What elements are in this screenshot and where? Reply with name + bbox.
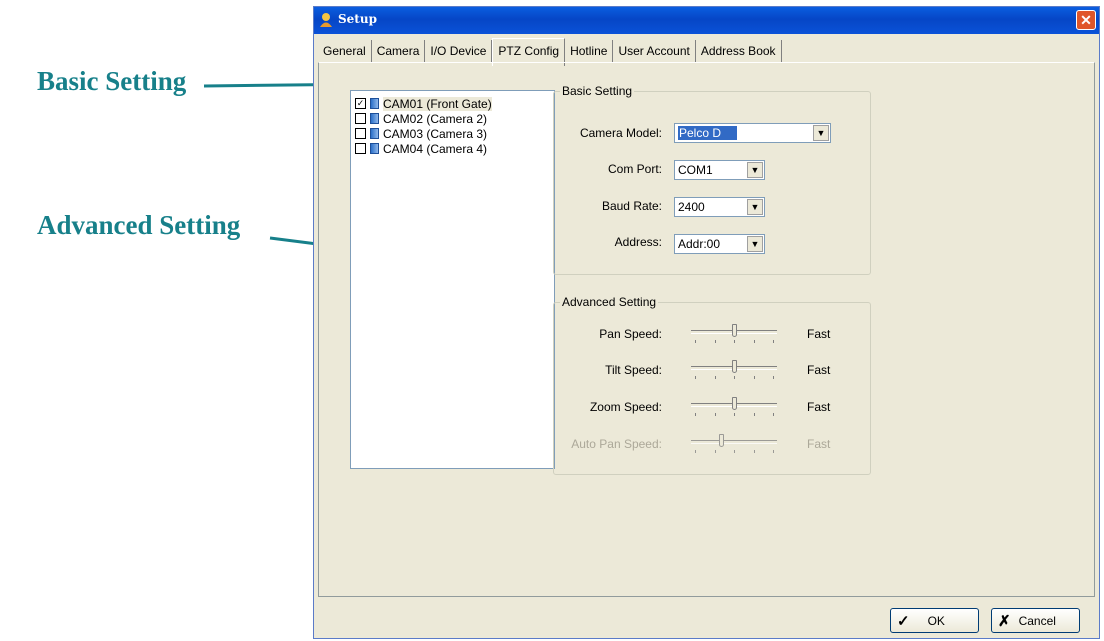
camera-label: CAM01 (Front Gate) bbox=[383, 96, 492, 111]
slider-tick bbox=[695, 413, 696, 416]
x-icon: ✗ bbox=[998, 612, 1011, 630]
slider-thumb[interactable] bbox=[732, 324, 737, 337]
baud-rate-label: Baud Rate: bbox=[601, 199, 662, 213]
auto-pan-fast-label: Fast bbox=[807, 437, 831, 451]
slider-tick bbox=[695, 376, 696, 379]
pan-speed-slider[interactable] bbox=[689, 324, 779, 344]
slider-tick bbox=[753, 340, 755, 343]
auto-pan-speed-slider bbox=[689, 434, 779, 454]
list-item-cam01[interactable]: ✓ CAM01 (Front Gate) bbox=[355, 96, 492, 111]
window-title: Setup bbox=[338, 12, 377, 26]
list-item-cam04[interactable]: CAM04 (Camera 4) bbox=[355, 141, 487, 156]
tab-strip: General Camera I/O Device PTZ Config Hot… bbox=[318, 38, 782, 66]
setup-dialog: Setup ✕ General Camera I/O Device PTZ Co… bbox=[313, 6, 1100, 639]
chevron-down-icon[interactable]: ▼ bbox=[747, 199, 763, 215]
camera-icon bbox=[370, 98, 379, 109]
camera-checkbox[interactable] bbox=[355, 113, 366, 124]
tab-user-account[interactable]: User Account bbox=[613, 40, 696, 62]
camera-icon bbox=[370, 143, 379, 154]
list-item-cam02[interactable]: CAM02 (Camera 2) bbox=[355, 111, 487, 126]
baud-rate-value: 2400 bbox=[678, 200, 705, 214]
camera-checkbox[interactable] bbox=[355, 128, 366, 139]
camera-checkbox[interactable] bbox=[355, 143, 366, 154]
com-port-label: Com Port: bbox=[607, 162, 662, 176]
camera-list[interactable]: ✓ CAM01 (Front Gate) CAM02 (Camera 2) CA… bbox=[350, 90, 555, 469]
slider-tick bbox=[714, 450, 716, 453]
address-label: Address: bbox=[614, 235, 662, 249]
camera-checkbox[interactable]: ✓ bbox=[355, 98, 366, 109]
tilt-speed-slider[interactable] bbox=[689, 360, 779, 380]
tilt-fast-label: Fast bbox=[807, 363, 831, 377]
slider-thumb[interactable] bbox=[732, 397, 737, 410]
pan-fast-label: Fast bbox=[807, 327, 831, 341]
address-value: Addr:00 bbox=[678, 237, 721, 251]
zoom-speed-slider[interactable] bbox=[689, 397, 779, 417]
camera-model-select[interactable]: Pelco D ▼ bbox=[674, 123, 831, 143]
slider-thumb[interactable] bbox=[732, 360, 737, 373]
tab-hotline[interactable]: Hotline bbox=[565, 40, 614, 62]
tab-io-device[interactable]: I/O Device bbox=[425, 40, 493, 62]
close-icon: ✕ bbox=[1080, 12, 1092, 28]
slider-tick bbox=[734, 450, 735, 453]
ok-button[interactable]: ✓ OK bbox=[890, 608, 979, 633]
slider-tick bbox=[734, 376, 735, 379]
title-bar[interactable]: Setup ✕ bbox=[314, 7, 1099, 34]
ptz-config-panel: ✓ CAM01 (Front Gate) CAM02 (Camera 2) CA… bbox=[318, 62, 1095, 597]
baud-rate-select[interactable]: 2400 ▼ bbox=[674, 197, 765, 217]
auto-pan-speed-label: Auto Pan Speed: bbox=[571, 437, 662, 451]
slider-tick bbox=[734, 340, 735, 343]
chevron-down-icon[interactable]: ▼ bbox=[747, 236, 763, 252]
annotation-basic-setting: Basic Setting bbox=[37, 66, 187, 96]
pan-speed-label: Pan Speed: bbox=[599, 327, 662, 341]
cancel-label: Cancel bbox=[1018, 613, 1056, 628]
annotation-advanced-setting: Advanced Setting bbox=[37, 210, 241, 240]
camera-label: CAM02 (Camera 2) bbox=[383, 111, 488, 126]
camera-model-value: Pelco D bbox=[678, 126, 738, 140]
slider-tick bbox=[714, 376, 716, 379]
camera-label: CAM03 (Camera 3) bbox=[383, 126, 488, 141]
zoom-fast-label: Fast bbox=[807, 400, 831, 414]
slider-tick bbox=[773, 376, 774, 379]
slider-tick bbox=[753, 376, 755, 379]
tab-address-book[interactable]: Address Book bbox=[696, 40, 782, 62]
setup-app-icon bbox=[320, 13, 332, 27]
slider-thumb[interactable] bbox=[718, 434, 724, 447]
camera-icon bbox=[370, 113, 379, 124]
slider-tick bbox=[753, 413, 755, 416]
slider-tick bbox=[714, 340, 716, 343]
advanced-setting-legend: Advanced Setting bbox=[562, 295, 657, 309]
address-select[interactable]: Addr:00 ▼ bbox=[674, 234, 765, 254]
chevron-down-icon[interactable]: ▼ bbox=[813, 125, 829, 141]
slider-track[interactable] bbox=[691, 440, 777, 444]
slider-tick bbox=[695, 340, 696, 343]
camera-icon bbox=[370, 128, 379, 139]
tilt-speed-label: Tilt Speed: bbox=[605, 363, 662, 377]
checkmark-icon: ✓ bbox=[897, 612, 910, 630]
basic-setting-legend: Basic Setting bbox=[562, 84, 633, 98]
slider-tick bbox=[714, 413, 716, 416]
list-item-cam03[interactable]: CAM03 (Camera 3) bbox=[355, 126, 487, 141]
chevron-down-icon[interactable]: ▼ bbox=[747, 162, 763, 178]
camera-model-label: Camera Model: bbox=[579, 126, 662, 140]
tab-general[interactable]: General bbox=[318, 40, 372, 62]
com-port-select[interactable]: COM1 ▼ bbox=[674, 160, 765, 180]
slider-tick bbox=[695, 450, 696, 453]
ok-label: OK bbox=[927, 613, 945, 628]
slider-tick bbox=[773, 450, 774, 453]
close-button[interactable]: ✕ bbox=[1076, 10, 1096, 30]
zoom-speed-label: Zoom Speed: bbox=[589, 400, 662, 414]
camera-label: CAM04 (Camera 4) bbox=[383, 141, 488, 156]
slider-tick bbox=[753, 450, 755, 453]
slider-tick bbox=[773, 340, 774, 343]
com-port-value: COM1 bbox=[678, 163, 713, 177]
slider-tick bbox=[734, 413, 735, 416]
tab-camera[interactable]: Camera bbox=[372, 40, 426, 62]
cancel-button[interactable]: ✗ Cancel bbox=[991, 608, 1080, 633]
slider-tick bbox=[773, 413, 774, 416]
